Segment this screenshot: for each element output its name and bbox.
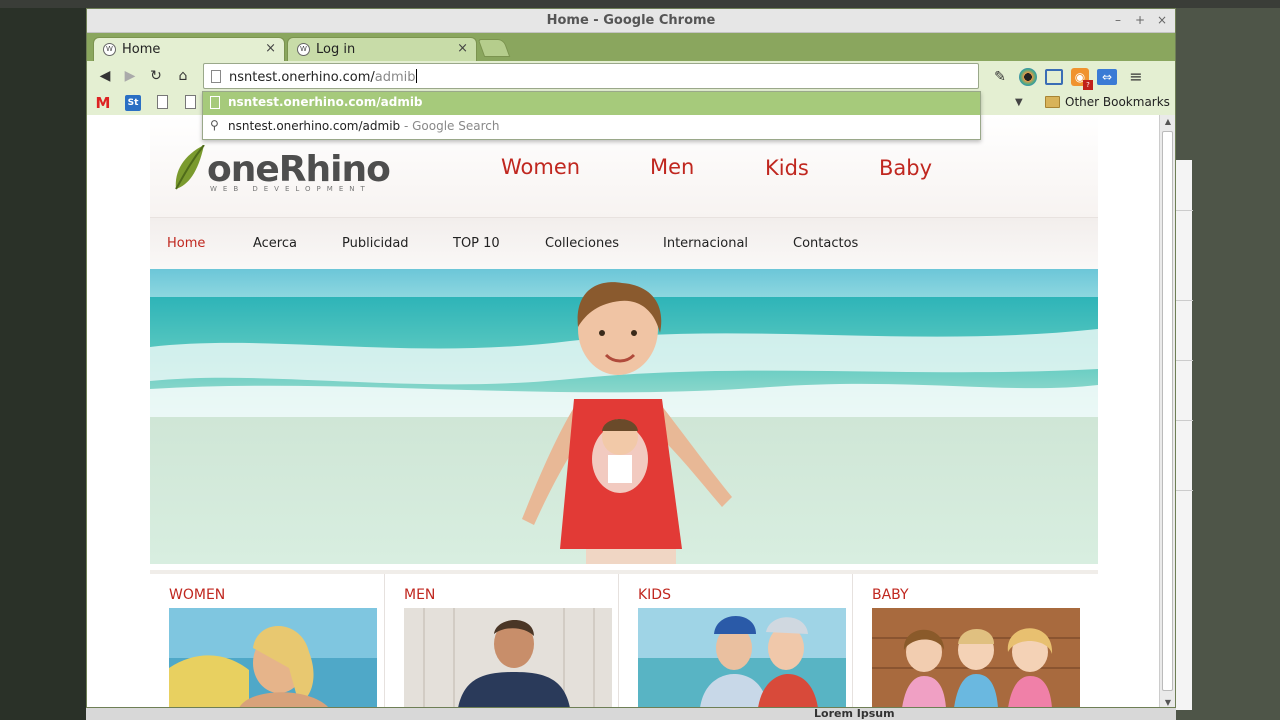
- minimize-button[interactable]: –: [1111, 12, 1125, 28]
- top-cat-men[interactable]: Men: [650, 155, 694, 179]
- window-title: Home - Google Chrome: [546, 13, 716, 28]
- menu-icon[interactable]: ≡: [1125, 66, 1147, 88]
- doc-bookmark-icon[interactable]: [157, 95, 168, 109]
- background-window-bottom: Lorem Ipsum: [86, 708, 1176, 720]
- tab-strip: W Home × W Log in ×: [87, 33, 1175, 61]
- home-icon[interactable]: ⌂: [171, 67, 195, 85]
- lorem-ipsum-text: Lorem Ipsum: [814, 708, 895, 720]
- scroll-thumb[interactable]: [1162, 131, 1173, 691]
- reload-icon[interactable]: ↻: [144, 67, 168, 85]
- scroll-up-icon[interactable]: ▲: [1163, 117, 1173, 126]
- tab-label: Log in: [316, 42, 356, 57]
- vertical-scrollbar[interactable]: ▲ ▼: [1159, 115, 1175, 707]
- page-viewport: oneRhino WEB DEVELOPMENT Women Men Kids …: [87, 115, 1159, 707]
- other-bookmarks[interactable]: Other Bookmarks: [1045, 95, 1170, 109]
- suggestion-text: nsntest.onerhino.com/admib - Google Sear…: [228, 119, 500, 133]
- wordpress-favicon-icon: W: [297, 43, 310, 56]
- sync-icon[interactable]: ⇔: [1097, 69, 1117, 85]
- leaf-logo-icon: [175, 145, 205, 190]
- menu-colleciones[interactable]: Colleciones: [545, 236, 619, 251]
- category-title: WOMEN: [169, 587, 226, 603]
- address-text[interactable]: nsntest.onerhino.com/admib: [229, 69, 417, 85]
- doc-bookmark-icon[interactable]: [185, 95, 196, 109]
- onerhino-site: oneRhino WEB DEVELOPMENT Women Men Kids …: [150, 115, 1098, 707]
- category-title: BABY: [872, 587, 909, 603]
- title-bar: Home - Google Chrome – + ×: [87, 9, 1175, 33]
- suggestion-search[interactable]: ⚲ nsntest.onerhino.com/admib - Google Se…: [203, 116, 980, 139]
- back-icon[interactable]: ◀: [93, 67, 117, 85]
- wordpress-favicon-icon: W: [103, 43, 116, 56]
- tab-log-in[interactable]: W Log in ×: [287, 37, 477, 61]
- maximize-button[interactable]: +: [1133, 12, 1147, 28]
- search-icon: ⚲: [210, 118, 219, 132]
- omnibox-suggestions: nsntest.onerhino.com/admib ⚲ nsntest.one…: [202, 91, 981, 140]
- tab-close-icon[interactable]: ×: [457, 41, 468, 56]
- chrome-window: Home - Google Chrome – + × W Home × W Lo…: [86, 8, 1176, 708]
- desktop-top-panel: [0, 0, 1280, 8]
- menu-internacional[interactable]: Internacional: [663, 236, 748, 251]
- site-menu: Home Acerca Publicidad TOP 10 Collecione…: [150, 217, 1098, 269]
- category-title: MEN: [404, 587, 436, 603]
- forward-icon[interactable]: ▶: [118, 67, 142, 85]
- women-image: [169, 608, 377, 707]
- menu-acerca[interactable]: Acerca: [253, 236, 297, 251]
- page-icon: [210, 96, 220, 109]
- category-title: KIDS: [638, 587, 671, 603]
- close-window-button[interactable]: ×: [1155, 12, 1169, 28]
- window-resizer-icon[interactable]: [1045, 69, 1063, 85]
- baby-image: [872, 608, 1080, 707]
- gmail-icon[interactable]: M: [95, 95, 111, 111]
- suggestion-url[interactable]: nsntest.onerhino.com/admib: [203, 92, 980, 115]
- rss-icon[interactable]: ◉?: [1071, 68, 1093, 90]
- tab-label: Home: [122, 42, 161, 57]
- top-cat-baby[interactable]: Baby: [879, 156, 932, 180]
- other-bookmarks-label: Other Bookmarks: [1065, 95, 1170, 109]
- color-picker-icon[interactable]: [1019, 68, 1037, 86]
- logo-text: oneRhino: [207, 149, 391, 190]
- menu-contactos[interactable]: Contactos: [793, 236, 858, 251]
- category-men[interactable]: MEN: [384, 574, 618, 707]
- hero-banner: [150, 269, 1098, 564]
- address-bar[interactable]: nsntest.onerhino.com/admib: [203, 63, 979, 89]
- category-baby[interactable]: BABY: [852, 574, 1086, 707]
- st-bookmark-icon[interactable]: St: [125, 95, 141, 111]
- page-icon: [211, 70, 221, 83]
- men-image: [404, 608, 612, 707]
- bookmarks-overflow-icon[interactable]: ▼: [1015, 97, 1023, 108]
- beach-kid-image: [150, 269, 1098, 564]
- category-women[interactable]: WOMEN: [150, 574, 384, 707]
- scroll-down-icon[interactable]: ▼: [1163, 698, 1173, 707]
- top-cat-women[interactable]: Women: [501, 155, 580, 179]
- menu-publicidad[interactable]: Publicidad: [342, 236, 409, 251]
- tab-home[interactable]: W Home ×: [93, 37, 285, 61]
- category-row: WOMEN MEN KIDS BABY: [150, 570, 1098, 707]
- top-cat-kids[interactable]: Kids: [765, 156, 809, 180]
- tab-close-icon[interactable]: ×: [265, 41, 276, 56]
- category-kids[interactable]: KIDS: [618, 574, 852, 707]
- suggestion-text: nsntest.onerhino.com/admib: [228, 95, 423, 109]
- menu-home[interactable]: Home: [167, 236, 205, 251]
- eyedropper-icon[interactable]: ✎: [989, 66, 1011, 88]
- folder-icon: [1045, 96, 1060, 108]
- new-tab-button[interactable]: [477, 39, 511, 57]
- logo-subtitle: WEB DEVELOPMENT: [210, 185, 371, 193]
- kids-image: [638, 608, 846, 707]
- menu-top10[interactable]: TOP 10: [453, 236, 500, 251]
